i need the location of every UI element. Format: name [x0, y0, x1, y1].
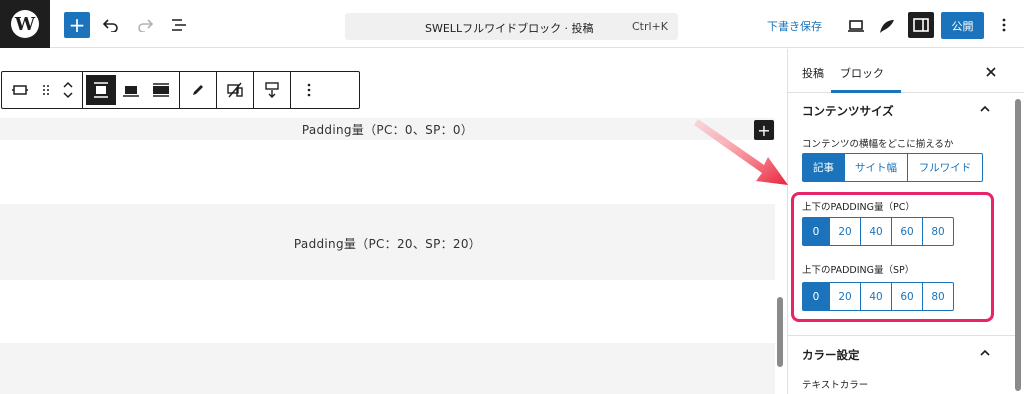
- chevron-up-icon: [980, 349, 990, 356]
- command-shortcut: Ctrl+K: [631, 20, 668, 33]
- document-title: SWELLフルワイドブロック · 投稿: [425, 22, 594, 35]
- active-tab-indicator: [831, 90, 901, 93]
- padding-highlight-box: [791, 192, 994, 322]
- block-toolbar: [1, 71, 360, 109]
- align-full-wide-icon: [153, 83, 169, 97]
- tab-block[interactable]: ブロック: [840, 65, 884, 81]
- block-toolbar-group-type: [2, 72, 83, 108]
- wordpress-logo-icon: W: [11, 10, 39, 38]
- pencil-icon: [193, 85, 203, 95]
- device-visibility-button[interactable]: [220, 75, 250, 105]
- block-toolbar-group-device: [217, 72, 254, 108]
- text-color-label: テキストカラー: [802, 380, 869, 391]
- edit-button[interactable]: [183, 75, 213, 105]
- sidebar-scrollbar[interactable]: [1015, 99, 1021, 391]
- redo-button[interactable]: [132, 12, 158, 38]
- close-icon: [986, 67, 996, 77]
- block-toolbar-group-more: [291, 72, 327, 108]
- panel-toggle-content-size[interactable]: [978, 101, 992, 115]
- redo-icon: [138, 19, 153, 32]
- block-toolbar-group-align: [83, 72, 180, 108]
- align-option-site-width[interactable]: サイト幅: [845, 153, 908, 182]
- drag-handle-icon: [43, 85, 49, 95]
- close-sidebar-button[interactable]: [981, 62, 1001, 82]
- align-article-icon: [94, 82, 108, 98]
- desktop-view-icon: [848, 20, 864, 32]
- styles-button[interactable]: [874, 13, 900, 39]
- chevron-up-down-icon: [63, 81, 73, 99]
- full-wide-block-3[interactable]: [0, 343, 775, 394]
- settings-sidebar-toggle[interactable]: [908, 12, 934, 38]
- block-text-1[interactable]: Padding量（PC：0、SP：0）: [0, 121, 775, 138]
- publish-button[interactable]: 公開: [941, 12, 984, 39]
- align-site-width-button[interactable]: [116, 75, 146, 105]
- undo-icon: [103, 19, 118, 32]
- align-option-full-wide[interactable]: フルワイド: [908, 153, 983, 182]
- plus-icon: +: [68, 13, 86, 37]
- align-field-label: コンテンツの横幅をどこに揃えるか: [802, 139, 954, 150]
- undo-button[interactable]: [98, 12, 124, 38]
- sidebar-tabs: 投稿 ブロック: [788, 49, 1024, 93]
- align-segmented-control: 記事 サイト幅 フルワイド: [802, 153, 983, 182]
- spacing-icon: [265, 82, 279, 98]
- full-wide-block-icon: [12, 85, 28, 95]
- align-article-button[interactable]: [86, 75, 116, 105]
- preview-button[interactable]: [843, 13, 869, 39]
- panel-title-content-size[interactable]: コンテンツサイズ: [802, 103, 894, 119]
- device-hide-icon: [227, 82, 243, 98]
- block-options-button[interactable]: [294, 75, 324, 105]
- move-up-down-button[interactable]: [57, 75, 79, 105]
- canvas-scrollbar[interactable]: [777, 297, 783, 367]
- panel-toggle-color-settings[interactable]: [978, 345, 992, 359]
- align-option-article[interactable]: 記事: [802, 153, 845, 182]
- more-vertical-icon: [307, 83, 311, 97]
- options-menu-button[interactable]: [994, 12, 1014, 38]
- save-draft-button[interactable]: 下書き保存: [767, 18, 822, 34]
- list-view-icon: [172, 19, 186, 31]
- block-type-button[interactable]: [5, 75, 35, 105]
- block-text-2[interactable]: Padding量（PC：20、SP：20）: [0, 235, 775, 252]
- command-palette-bar[interactable]: SWELLフルワイドブロック · 投稿 Ctrl+K: [345, 13, 678, 40]
- tab-post[interactable]: 投稿: [802, 65, 824, 81]
- spacing-button[interactable]: [257, 75, 287, 105]
- align-full-wide-button[interactable]: [146, 75, 176, 105]
- panel-title-color-settings[interactable]: カラー設定: [802, 347, 860, 363]
- align-site-width-icon: [123, 86, 139, 97]
- block-inserter-toggle[interactable]: +: [64, 12, 90, 38]
- editor-header: W + SWELLフルワイドブロック · 投稿 Ctrl+K 下書き保存 公開: [0, 0, 1024, 48]
- wordpress-logo[interactable]: W: [0, 0, 50, 48]
- list-view-button[interactable]: [166, 12, 192, 38]
- chevron-up-icon: [980, 105, 990, 112]
- annotation-arrow-icon: [694, 119, 788, 185]
- sidebar-toggle-icon: [913, 18, 929, 32]
- editor-canvas[interactable]: Padding量（PC：0、SP：0） Padding量（PC：20、SP：20…: [0, 49, 787, 394]
- block-toolbar-group-edit: [180, 72, 217, 108]
- more-vertical-icon: [1002, 18, 1006, 32]
- style-icon: [880, 20, 894, 33]
- block-toolbar-group-spacing: [254, 72, 291, 108]
- drag-handle[interactable]: [35, 75, 57, 105]
- panel-divider: [788, 335, 1018, 336]
